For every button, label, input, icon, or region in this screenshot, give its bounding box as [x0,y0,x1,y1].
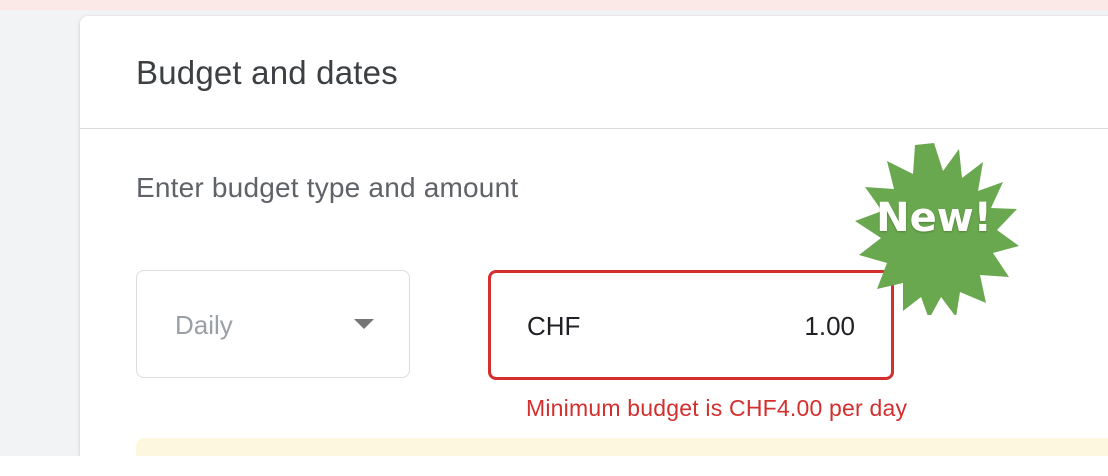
card-header: Budget and dates [80,16,1108,129]
badge-label: New! [876,195,992,241]
currency-label: CHF [527,311,581,341]
budget-type-select[interactable]: Daily [136,270,410,378]
budget-error-message: Minimum budget is CHF4.00 per day [526,395,908,421]
budget-subtitle: Enter budget type and amount [136,172,519,203]
budget-amount-input[interactable]: CHF 1.00 [488,270,894,380]
top-strip [0,0,1108,10]
bottom-edge [0,456,1108,476]
amount-value: 1.00 [804,311,855,341]
dropdown-arrow-icon [354,319,374,329]
card-title: Budget and dates [136,54,398,91]
new-badge: New! [845,137,1023,315]
budget-type-value: Daily [175,310,233,340]
notice-bar [136,438,1108,456]
